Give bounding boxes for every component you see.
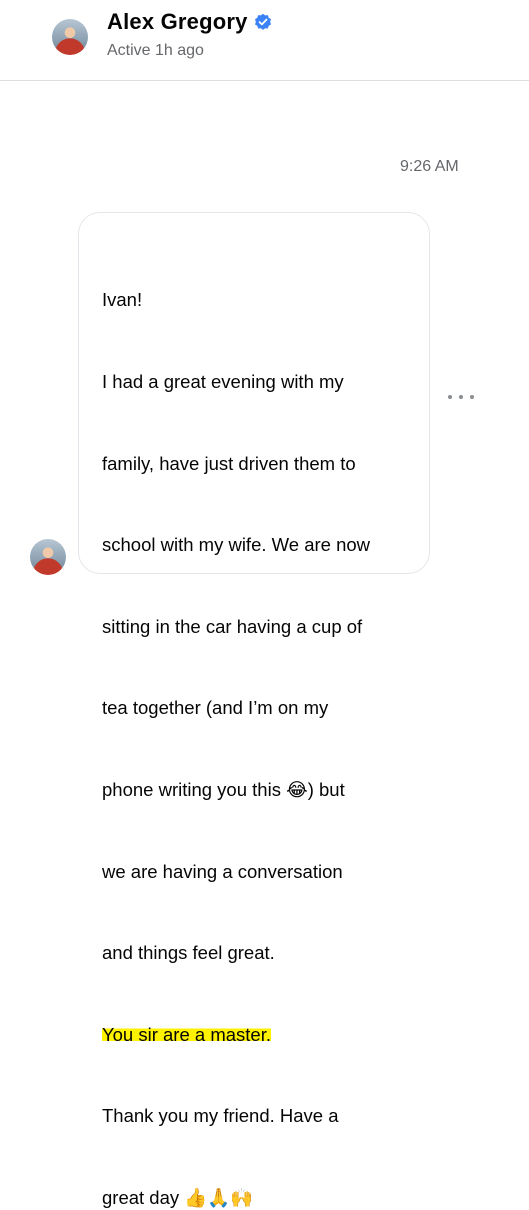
message-segment: phone writing you this bbox=[102, 778, 281, 800]
message-line: sitting in the car having a cup of bbox=[102, 615, 363, 637]
sender-avatar[interactable] bbox=[30, 539, 66, 575]
contact-avatar[interactable] bbox=[52, 19, 88, 55]
verified-badge-icon bbox=[254, 13, 271, 30]
active-status: Active 1h ago bbox=[107, 42, 204, 59]
message-text: Ivan! I had a great evening with my fami… bbox=[102, 232, 422, 1210]
message-segment: ) but bbox=[307, 778, 345, 800]
dot bbox=[448, 395, 452, 399]
laughing-emoji-icon: 😂 bbox=[286, 779, 308, 801]
message-line-with-emoji: great day 👍🙏🙌 bbox=[102, 1184, 422, 1210]
message-line: tea together (and I’m on my bbox=[102, 697, 329, 719]
conversation-header: Alex Gregory Active 1h ago bbox=[0, 0, 529, 81]
dot bbox=[459, 395, 463, 399]
message-line: Ivan! bbox=[102, 289, 143, 311]
highlighted-message-line: You sir are a master. bbox=[102, 1021, 422, 1048]
message-line: and things feel great. bbox=[102, 942, 275, 964]
message-line: school with my wife. We are now bbox=[102, 534, 371, 556]
message-timestamp: 9:26 AM bbox=[400, 158, 459, 175]
message-line: family, have just driven them to bbox=[102, 452, 356, 474]
highlight-mark: You sir are a master. bbox=[102, 1023, 271, 1045]
message-segment: great day bbox=[102, 1186, 180, 1208]
message-line: we are having a conversation bbox=[102, 860, 343, 882]
message-line: I had a great evening with my bbox=[102, 371, 344, 392]
contact-name[interactable]: Alex Gregory bbox=[107, 9, 248, 35]
message-line-with-emoji: phone writing you this 😂) but bbox=[102, 776, 422, 803]
contact-name-row: Alex Gregory bbox=[107, 9, 272, 35]
more-horizontal-icon[interactable] bbox=[448, 389, 474, 405]
dot bbox=[470, 395, 474, 399]
thumbs-pray-raise-emoji-icons: 👍🙏🙌 bbox=[184, 1187, 254, 1209]
message-line: Thank you my friend. Have a bbox=[102, 1105, 339, 1127]
